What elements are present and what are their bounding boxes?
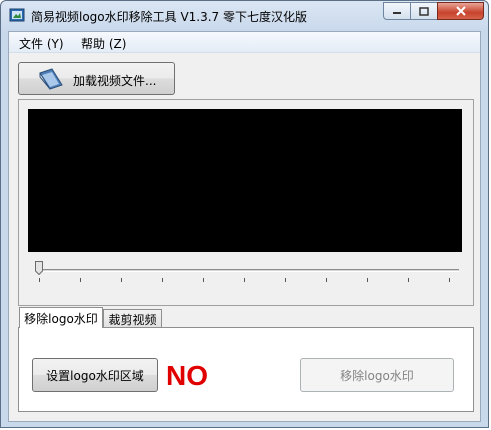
video-preview (28, 109, 462, 252)
client-area: 文件 (Y) 帮助 (Z) 加载视频文件... 移除logo水印 裁剪视频 设置… (8, 31, 481, 422)
folder-open-icon (39, 68, 63, 90)
minimize-icon (393, 12, 401, 14)
slider-tick (449, 278, 450, 282)
seek-slider-thumb[interactable] (35, 261, 43, 275)
tab-crop-video[interactable]: 裁剪视频 (103, 309, 162, 328)
tab-panel-remove-logo: 设置logo水印区域 NO 移除logo水印 (18, 327, 474, 412)
remove-logo-button[interactable]: 移除logo水印 (300, 358, 454, 392)
seek-slider-track[interactable] (38, 269, 459, 272)
slider-tick (39, 278, 40, 282)
load-video-button[interactable]: 加载视频文件... (18, 62, 175, 95)
status-text: NO (166, 360, 208, 391)
close-icon (455, 6, 466, 16)
slider-tick (121, 278, 122, 282)
slider-tick (203, 278, 204, 282)
maximize-button[interactable] (410, 2, 438, 20)
slider-tick (162, 278, 163, 282)
minimize-button[interactable] (383, 2, 411, 20)
set-logo-area-button[interactable]: 设置logo水印区域 (32, 358, 158, 392)
video-preview-frame (18, 99, 474, 306)
maximize-icon (419, 6, 429, 16)
slider-tick (408, 278, 409, 282)
tab-remove-logo[interactable]: 移除logo水印 (19, 307, 103, 328)
slider-tick (326, 278, 327, 282)
window-title: 简易视频logo水印移除工具 V1.3.7 零下七度汉化版 (31, 10, 308, 24)
app-window: 简易视频logo水印移除工具 V1.3.7 零下七度汉化版 文件 (Y) 帮助 … (0, 0, 489, 428)
menu-help[interactable]: 帮助 (Z) (81, 35, 126, 52)
load-video-label: 加载视频文件... (73, 74, 157, 88)
menu-file[interactable]: 文件 (Y) (19, 35, 64, 52)
title-bar[interactable]: 简易视频logo水印移除工具 V1.3.7 零下七度汉化版 (1, 1, 488, 31)
close-button[interactable] (437, 2, 484, 20)
slider-tick (244, 278, 245, 282)
slider-tick (80, 278, 81, 282)
menu-bar: 文件 (Y) 帮助 (Z) (9, 32, 480, 53)
app-icon (9, 8, 25, 22)
slider-tick (285, 278, 286, 282)
slider-tick (367, 278, 368, 282)
